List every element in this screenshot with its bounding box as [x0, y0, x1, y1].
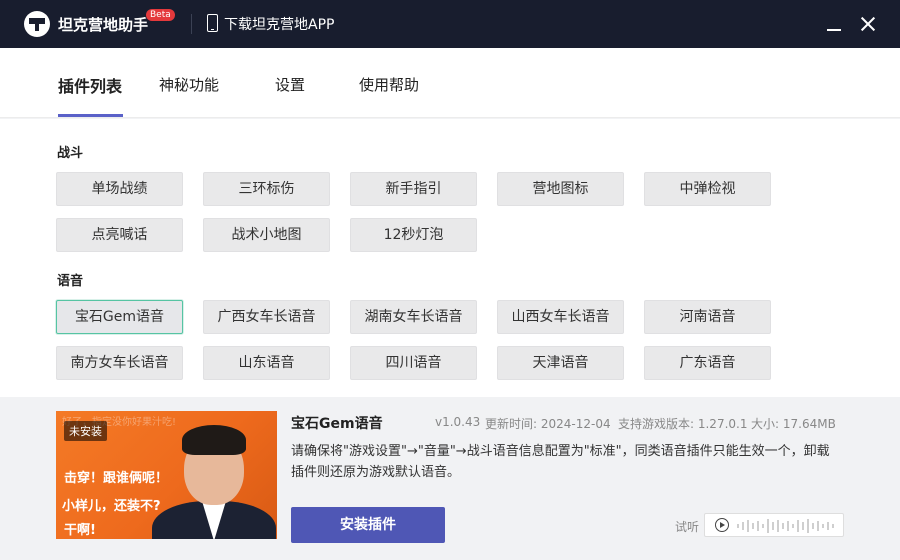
play-icon[interactable] [715, 518, 729, 532]
install-button[interactable]: 安装插件 [291, 507, 445, 543]
tab-bar: 插件列表 神秘功能 设置 使用帮助 [0, 48, 900, 118]
plugin-description: 请确保将"游戏设置"→"音量"→战斗语音信息配置为"标准"，同类语音插件只能生效… [291, 444, 830, 480]
audio-preview-player[interactable] [704, 513, 844, 537]
download-app-link[interactable]: 下载坦克营地APP [224, 14, 334, 34]
waveform-icon [737, 519, 834, 533]
plugin-button[interactable]: 湖南女车长语音 [350, 300, 477, 334]
title-divider [191, 14, 192, 34]
plugin-thumbnail: 好了，指定没你好果汁吃! 击穿！跟谁俩呢！ 小样儿，还装不? 干啊! 未安装 [56, 411, 277, 539]
tab-plugin-list[interactable]: 插件列表 [58, 73, 122, 97]
thumbnail-text: 击穿！跟谁俩呢！ [64, 471, 169, 486]
plugin-button[interactable]: 战术小地图 [203, 218, 330, 252]
plugin-button-selected[interactable]: 宝石Gem语音 [56, 300, 183, 334]
close-button[interactable] [858, 14, 878, 34]
section-title-voice: 语音 [57, 274, 84, 289]
status-badge: 未安装 [64, 421, 107, 441]
app-name: 坦克营地助手 [58, 16, 149, 34]
plugin-size: 大小: 17.64MB [751, 417, 836, 431]
phone-icon[interactable] [207, 14, 218, 32]
thumbnail-person [182, 425, 246, 455]
plugin-name: 宝石Gem语音 [291, 416, 383, 432]
plugin-button[interactable]: 天津语音 [497, 346, 624, 380]
active-tab-indicator [58, 114, 123, 117]
plugin-supported-version: 支持游戏版本: 1.27.0.1 [618, 417, 748, 431]
plugin-button[interactable]: 河南语音 [644, 300, 771, 334]
preview-label: 试听 [675, 520, 700, 534]
tab-mystery-features[interactable]: 神秘功能 [159, 74, 219, 95]
plugin-detail-panel: 好了，指定没你好果汁吃! 击穿！跟谁俩呢！ 小样儿，还装不? 干啊! 未安装 宝… [0, 397, 900, 560]
tab-help[interactable]: 使用帮助 [359, 74, 419, 95]
beta-badge: Beta [146, 9, 175, 21]
plugin-button[interactable]: 单场战绩 [56, 172, 183, 206]
plugin-button[interactable]: 山西女车长语音 [497, 300, 624, 334]
plugin-button[interactable]: 12秒灯泡 [350, 218, 477, 252]
plugin-button[interactable]: 广西女车长语音 [203, 300, 330, 334]
tab-settings[interactable]: 设置 [275, 74, 305, 95]
section-title-battle: 战斗 [57, 146, 84, 161]
plugin-button[interactable]: 新手指引 [350, 172, 477, 206]
plugin-button[interactable]: 营地图标 [497, 172, 624, 206]
plugin-version: v1.0.43 [435, 415, 481, 429]
thumbnail-text: 干啊! [64, 523, 96, 538]
plugin-list: 战斗 单场战绩 三环标伤 新手指引 营地图标 中弹检视 点亮喊话 战术小地图 1… [0, 119, 900, 397]
title-bar: 坦克营地助手 Beta 下载坦克营地APP [0, 0, 900, 48]
plugin-button[interactable]: 南方女车长语音 [56, 346, 183, 380]
minimize-button[interactable] [825, 14, 843, 32]
plugin-button[interactable]: 山东语音 [203, 346, 330, 380]
plugin-button[interactable]: 广东语音 [644, 346, 771, 380]
plugin-button[interactable]: 四川语音 [350, 346, 477, 380]
app-logo-icon [24, 11, 50, 37]
plugin-button[interactable]: 三环标伤 [203, 172, 330, 206]
plugin-button[interactable]: 中弹检视 [644, 172, 771, 206]
plugin-update-time: 更新时间: 2024-12-04 [485, 417, 611, 431]
thumbnail-text: 小样儿，还装不? [62, 499, 161, 514]
plugin-button[interactable]: 点亮喊话 [56, 218, 183, 252]
